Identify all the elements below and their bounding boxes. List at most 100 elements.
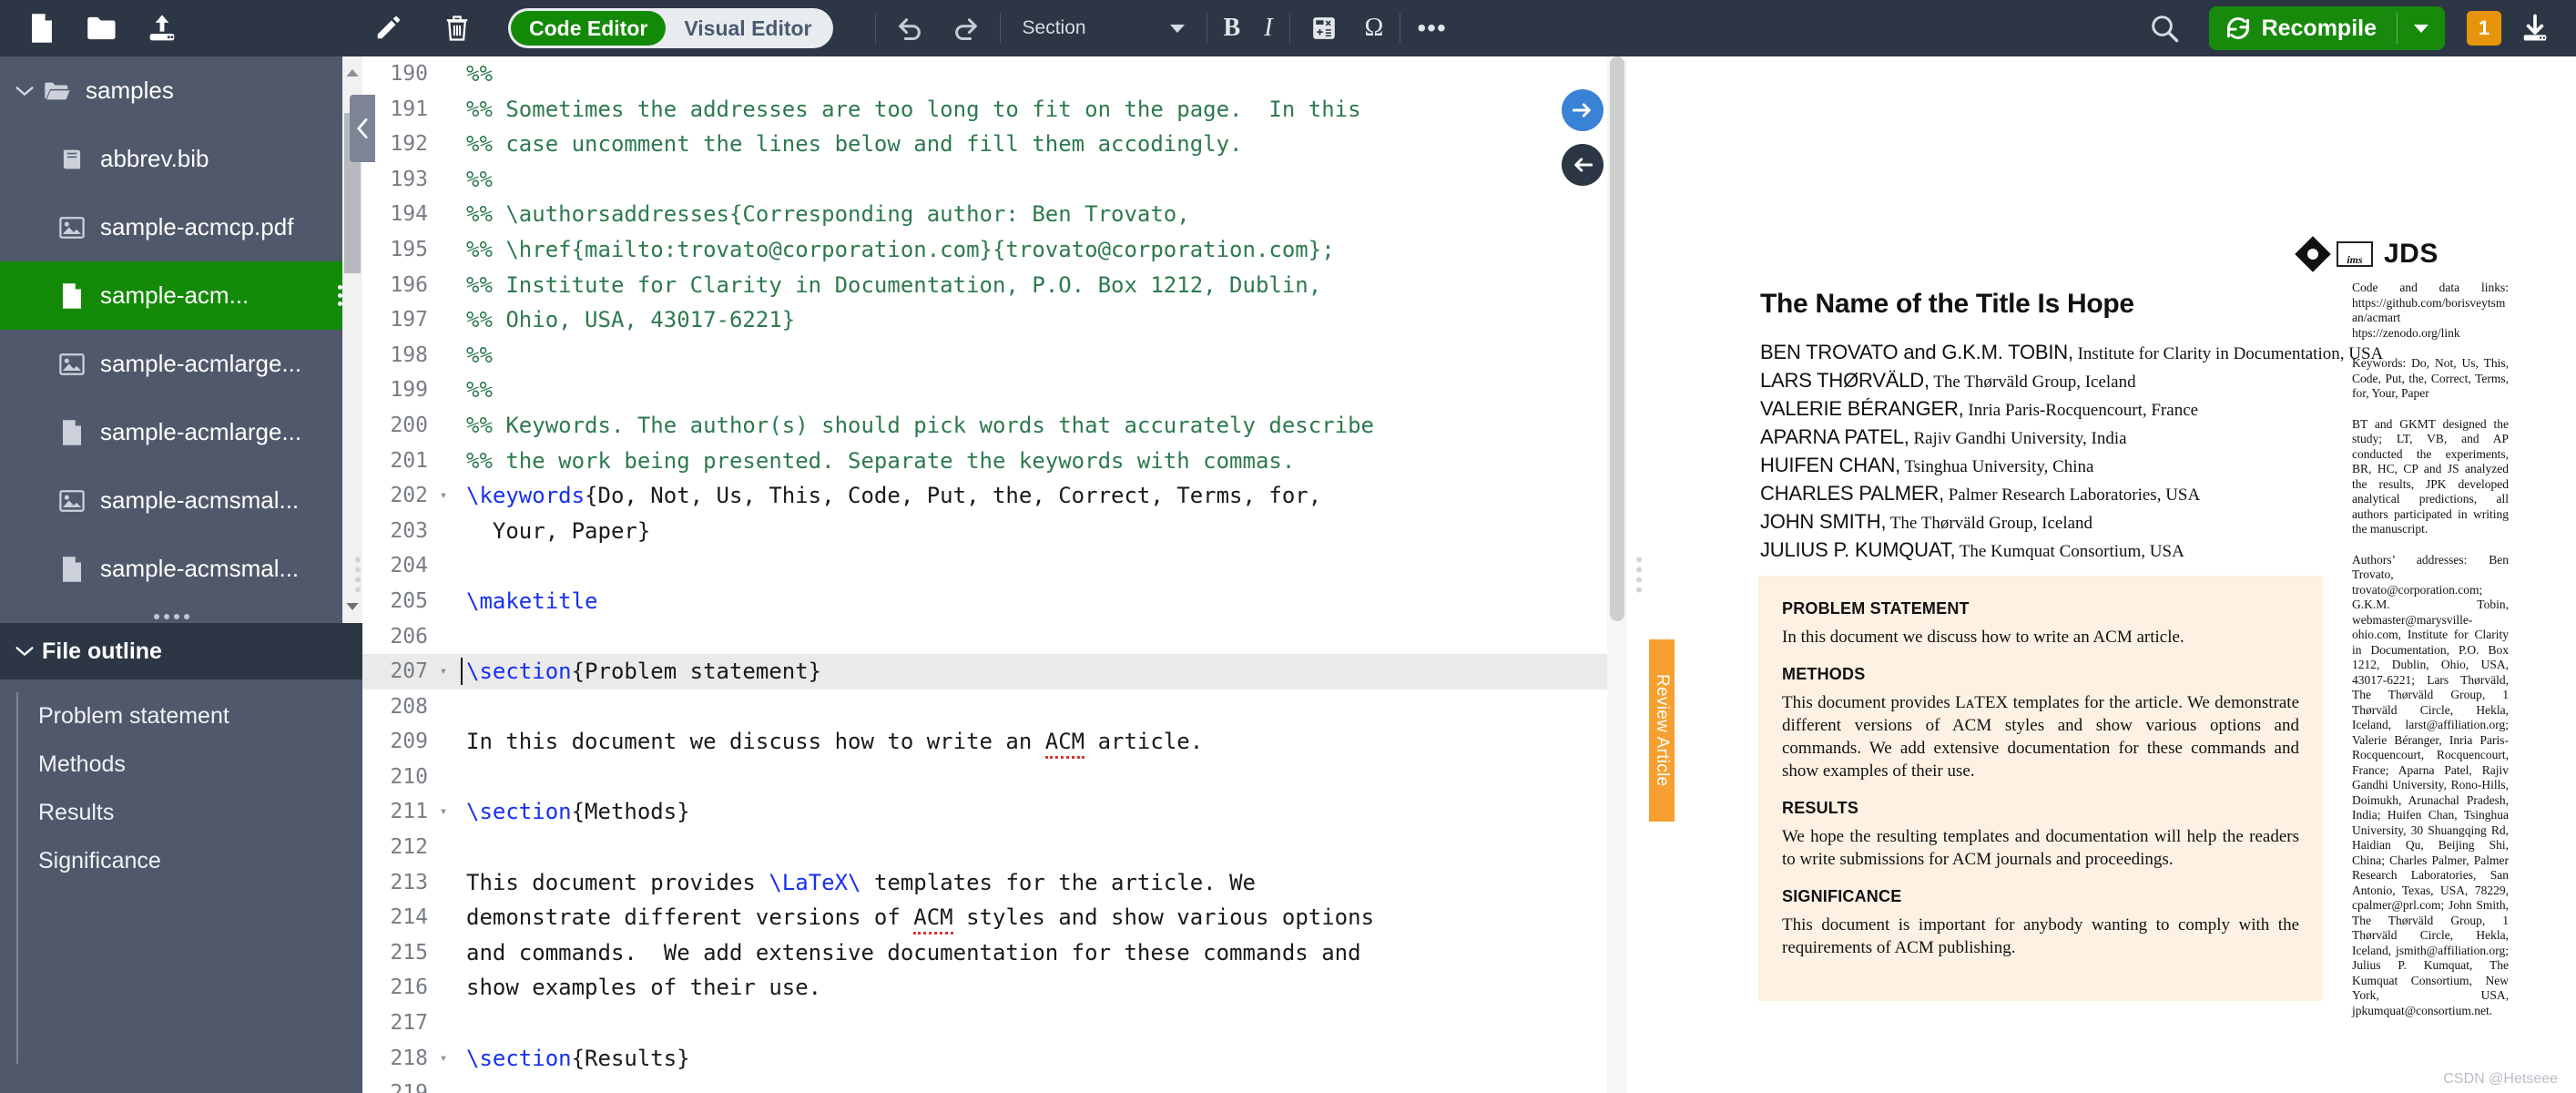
code-line[interactable]: 214 demonstrate different versions of ACM…	[362, 900, 1627, 935]
file-item-sample-acmsmall-tex[interactable]: sample-acmsmal...	[0, 535, 362, 603]
code-line[interactable]: 204	[362, 548, 1627, 584]
tab-code-editor[interactable]: Code Editor	[511, 11, 667, 46]
outline-item-significance[interactable]: Significance	[0, 837, 362, 885]
code-line[interactable]: 211 ▾ \section{Methods}	[362, 794, 1627, 830]
line-number: 214	[390, 905, 428, 930]
code-line[interactable]: 191%% Sometimes the addresses are too lo…	[362, 92, 1627, 128]
code-line[interactable]: 199%%	[362, 373, 1627, 408]
recompile-dropdown[interactable]	[2398, 6, 2445, 50]
code-line[interactable]: 203 Your, Paper}	[362, 514, 1627, 549]
paper-title: The Name of the Title Is Hope	[1760, 289, 2134, 319]
outline-item-methods[interactable]: Methods	[0, 741, 362, 789]
file-item-sample-acmsmall-img-2[interactable]: sample-acmsmal...	[0, 603, 362, 623]
file-item-sample-acmcp-pdf[interactable]: sample-acmcp.pdf	[0, 193, 362, 261]
download-icon[interactable]	[2518, 11, 2552, 46]
code-text: \keywords{Do, Not, Us, This, Code, Put, …	[453, 478, 1321, 514]
splitter-grip[interactable]	[1636, 557, 1642, 593]
code-line[interactable]: 206	[362, 619, 1627, 655]
code-line[interactable]: 218 ▾ \section{Results}	[362, 1041, 1627, 1077]
editor-scrollbar[interactable]	[1607, 56, 1627, 1093]
sidebar-resize-handle[interactable]	[355, 557, 361, 593]
code-line[interactable]: 210	[362, 760, 1627, 795]
code-line[interactable]: 201 %% the work being presented. Separate…	[362, 444, 1627, 479]
code-line[interactable]: 208	[362, 690, 1627, 725]
code-editor[interactable]: 190%% 191%% Sometimes the addresses are t…	[362, 56, 1627, 1093]
code-line[interactable]: 212	[362, 830, 1627, 865]
code-line[interactable]: 202 ▾ \keywords{Do, Not, Us, This, Code, P…	[362, 478, 1627, 514]
file-item-abbrev-bib[interactable]: abbrev.bib	[0, 125, 362, 193]
upload-icon[interactable]	[144, 10, 180, 46]
recompile-button[interactable]: Recompile	[2208, 6, 2445, 50]
code-text: \section{Problem statement}	[453, 654, 821, 690]
fold-toggle-icon[interactable]: ▾	[433, 654, 453, 690]
file-outline-header[interactable]: File outline	[0, 623, 362, 679]
ims-logo-icon: ims	[2337, 241, 2373, 267]
more-options-icon[interactable]: •••	[1417, 15, 1446, 40]
tab-visual-editor[interactable]: Visual Editor	[666, 11, 830, 46]
line-number: 199	[390, 378, 428, 403]
code-text: Your, Paper}	[453, 514, 650, 549]
code-line[interactable]: 205 \maketitle	[362, 584, 1627, 619]
file-item-sample-acm-selected[interactable]: sample-acm...	[0, 261, 362, 330]
code-line[interactable]: 215 and commands. We add extensive docume…	[362, 935, 1627, 971]
code-text: and commands. We add extensive documenta…	[453, 935, 1361, 971]
chevron-down-icon	[13, 86, 36, 97]
fold-toggle-icon[interactable]: ▾	[433, 478, 453, 514]
code-line[interactable]: 217	[362, 1006, 1627, 1041]
code-line[interactable]: 197 %% Ohio, USA, 43017-6221}	[362, 302, 1627, 338]
pdf-preview[interactable]: Review Article ims JDS The Name of the T…	[1649, 56, 2576, 1093]
code-line[interactable]: 193%%	[362, 162, 1627, 198]
outline-item-problem-statement[interactable]: Problem statement	[0, 692, 362, 741]
author-row: VALERIE BÉRANGER, Inria Paris-Rocquencou…	[1760, 397, 2199, 420]
italic-button[interactable]: I	[1264, 14, 1272, 43]
review-article-tab[interactable]: Review Article	[1649, 639, 1675, 822]
sidebar-collapse-button[interactable]	[350, 95, 375, 162]
toolbar-divider	[874, 13, 876, 44]
file-tree-resize-handle[interactable]	[0, 614, 342, 619]
code-line[interactable]: 198%%	[362, 338, 1627, 373]
code-lines-container[interactable]: 190%% 191%% Sometimes the addresses are t…	[362, 56, 1627, 1093]
line-number: 197	[390, 308, 428, 332]
redo-icon[interactable]	[949, 11, 983, 46]
math-icon[interactable]	[1307, 11, 1341, 46]
file-item-sample-acmlarge-tex[interactable]: sample-acmlarge...	[0, 398, 362, 466]
scroll-to-code-button[interactable]	[1562, 144, 1604, 186]
outline-item-results[interactable]: Results	[0, 789, 362, 837]
new-folder-icon[interactable]	[84, 10, 120, 46]
bold-button[interactable]: B	[1224, 14, 1241, 43]
code-line[interactable]: 200 %% Keywords. The author(s) should pic…	[362, 408, 1627, 444]
code-line[interactable]: 219	[362, 1076, 1627, 1093]
editor-mode-switch[interactable]: Code Editor Visual Editor	[508, 8, 833, 48]
code-line[interactable]: 194 %% \authorsaddresses{Corresponding au…	[362, 197, 1627, 232]
code-line[interactable]: 192%% case uncomment the lines below and…	[362, 127, 1627, 162]
line-number: 193	[390, 167, 428, 191]
editor-preview-splitter[interactable]	[1627, 56, 1649, 1093]
code-line[interactable]: 216 show examples of their use.	[362, 970, 1627, 1006]
trash-icon[interactable]	[439, 10, 475, 46]
file-tree-root[interactable]: samples	[0, 56, 362, 125]
line-number: 212	[390, 835, 428, 860]
pencil-icon[interactable]	[370, 10, 406, 46]
fold-toggle-icon[interactable]: ▾	[433, 794, 453, 830]
code-line[interactable]: 196 %% Institute for Clarity in Documenta…	[362, 268, 1627, 303]
scroll-down-icon[interactable]	[345, 599, 360, 614]
new-file-icon[interactable]	[24, 10, 60, 46]
code-line[interactable]: 207 ▾ \section{Problem statement}	[362, 654, 1627, 690]
symbol-omega-icon[interactable]: Ω	[1365, 14, 1384, 43]
line-number: 210	[390, 764, 428, 789]
chevron-down-icon	[1169, 24, 1185, 33]
section-dropdown[interactable]: Section	[1017, 11, 1190, 46]
file-item-sample-acmlarge-img[interactable]: sample-acmlarge...	[0, 330, 362, 398]
fold-toggle-icon[interactable]: ▾	[433, 1041, 453, 1077]
undo-icon[interactable]	[892, 11, 927, 46]
scroll-up-icon[interactable]	[345, 66, 360, 80]
scroll-to-pdf-button[interactable]	[1562, 89, 1604, 131]
scrollbar-thumb[interactable]	[1610, 56, 1624, 621]
code-line[interactable]: 195 %% \href{mailto:trovato@corporation.c…	[362, 232, 1627, 268]
code-line[interactable]: 190%%	[362, 56, 1627, 92]
code-line[interactable]: 213 This document provides \LaTeX\ templa…	[362, 865, 1627, 901]
file-item-sample-acmsmall-img[interactable]: sample-acmsmal...	[0, 466, 362, 535]
code-line[interactable]: 209 In this document we discuss how to wr…	[362, 724, 1627, 760]
search-icon[interactable]	[2147, 11, 2182, 46]
issues-badge[interactable]: 1	[2467, 11, 2501, 46]
